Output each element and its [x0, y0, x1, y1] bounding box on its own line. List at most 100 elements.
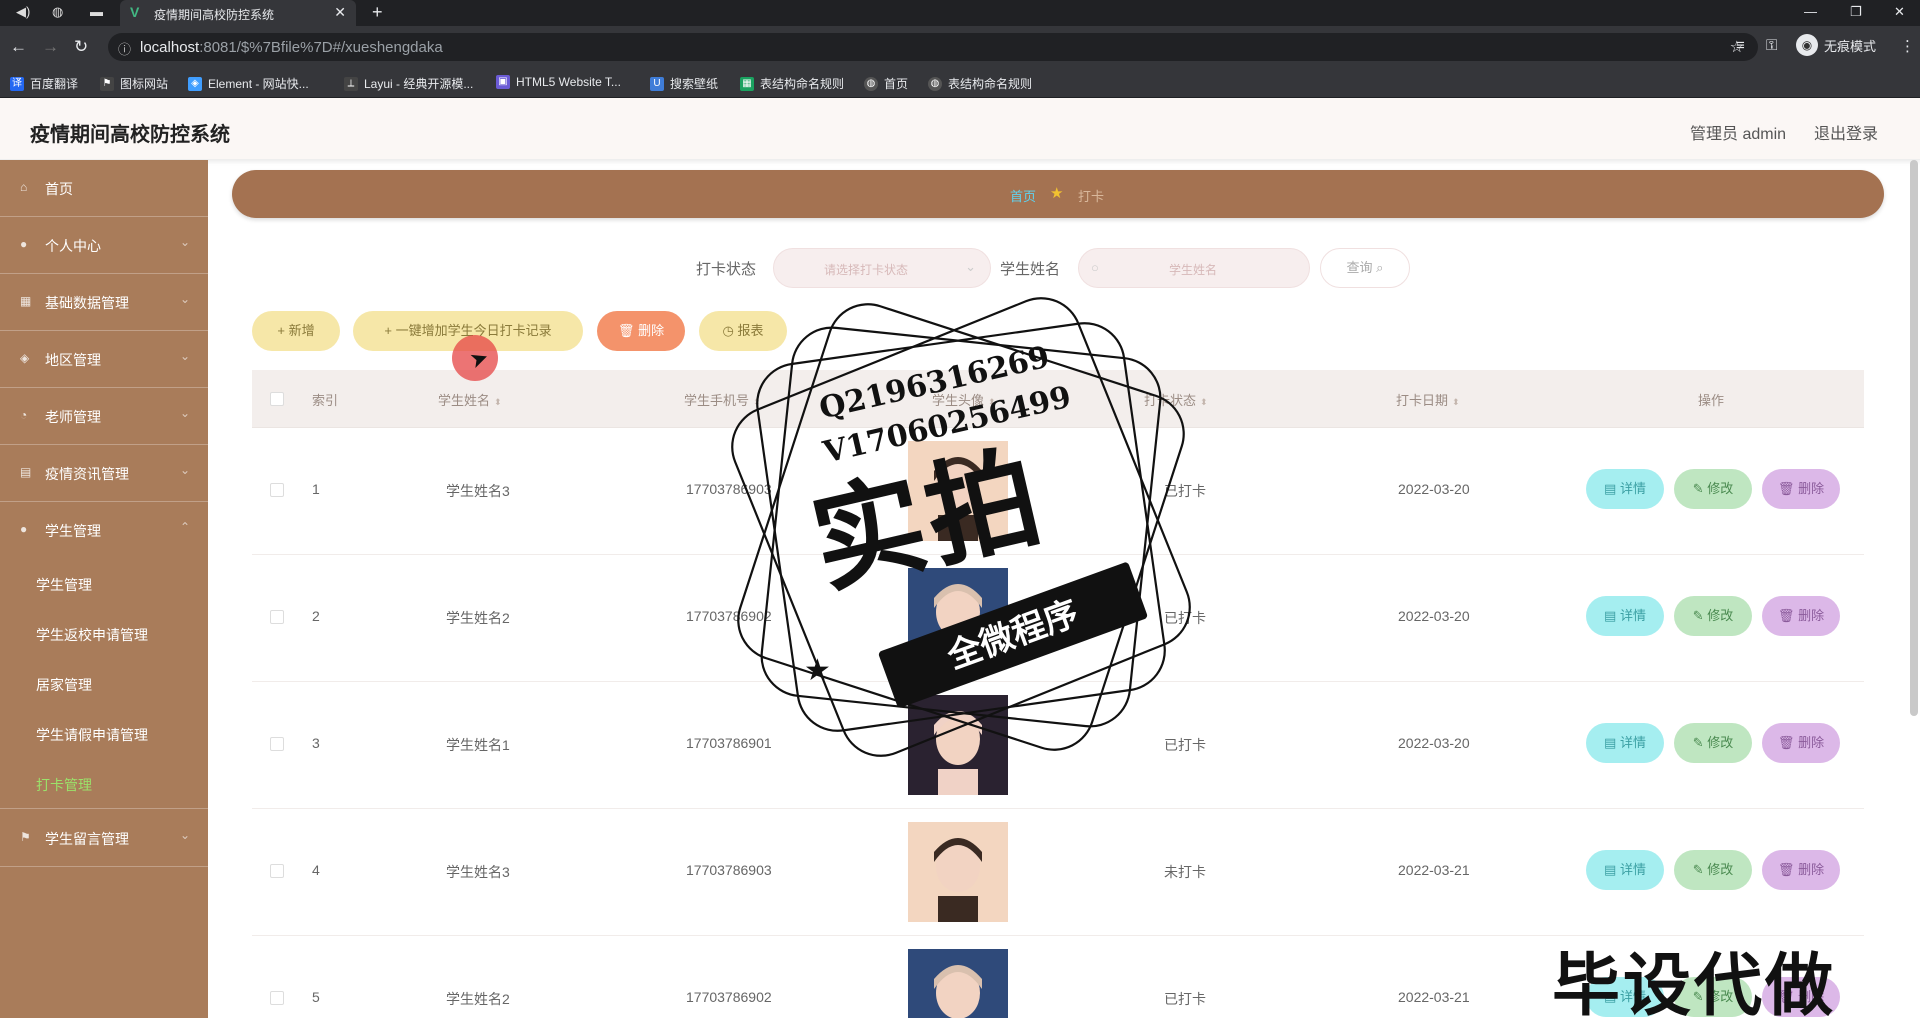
- row-checkbox[interactable]: [270, 864, 284, 878]
- delete-button[interactable]: 🗑 删除: [1762, 596, 1840, 636]
- logout-link[interactable]: 退出登录: [1814, 120, 1878, 144]
- sidebar-item-region[interactable]: ◈ 地区管理 ⌄: [0, 331, 208, 388]
- teacher-icon: ◔: [20, 408, 28, 422]
- sidebar-subitem-return-school[interactable]: 学生返校申请管理: [0, 609, 208, 659]
- student-avatar: [908, 949, 1008, 1018]
- sidebar-subitem-student-manage[interactable]: 学生管理: [0, 559, 208, 609]
- page-scrollbar[interactable]: [1910, 160, 1918, 716]
- trash-icon: 🗑: [1777, 481, 1795, 496]
- input-placeholder: 学生姓名: [1169, 263, 1218, 277]
- sidebar-item-basic-data[interactable]: ▦ 基础数据管理 ⌄: [0, 274, 208, 331]
- row-checkbox[interactable]: [270, 737, 284, 751]
- document-icon: ▤: [1604, 735, 1617, 750]
- batch-delete-button[interactable]: 🗑 删除: [597, 311, 685, 351]
- column-header-sortable[interactable]: 打卡日期 ⬍: [1396, 390, 1460, 409]
- edit-label: 修改: [1707, 862, 1734, 877]
- close-window-icon[interactable]: ✕: [1894, 4, 1905, 20]
- column-header: 索引: [312, 393, 339, 408]
- globe-icon: ◍: [928, 76, 942, 91]
- browser-menu-icon[interactable]: ⋮: [1900, 37, 1915, 55]
- cell-checkin-date: 2022-03-21: [1398, 862, 1470, 878]
- row-checkbox[interactable]: [270, 991, 284, 1005]
- sidebar-subitem-home-quarantine[interactable]: 居家管理: [0, 659, 208, 709]
- sidebar-subitem-label: 居家管理: [36, 677, 92, 693]
- incognito-badge[interactable]: ◉ 无痕模式: [1796, 34, 1876, 56]
- url-text: localhost:8081/$%7Bfile%7D#/xueshengdaka: [140, 39, 443, 56]
- chevron-down-icon: ⌄: [179, 463, 190, 477]
- trash-icon: 🗑: [617, 323, 635, 338]
- bookmark-item[interactable]: U 搜索壁纸: [650, 75, 718, 92]
- pencil-icon: ✎: [1692, 862, 1704, 877]
- bookmark-item[interactable]: ◍ 表结构命名规则: [928, 75, 1032, 92]
- sidebar: ⌂ 首页 ● 个人中心 ⌄ ▦ 基础数据管理 ⌄ ◈ 地区管理 ⌄ ◔ 老师管理…: [0, 160, 208, 1018]
- trash-icon: 🗑: [1777, 608, 1795, 623]
- sidebar-item-student[interactable]: ● 学生管理 ⌃: [0, 502, 208, 559]
- edit-label: 修改: [1707, 735, 1734, 750]
- back-icon[interactable]: ←: [10, 37, 27, 57]
- bookmark-item[interactable]: 译百度翻译: [10, 75, 78, 92]
- add-button[interactable]: + 新增: [252, 311, 340, 351]
- sidebar-subitem-checkin[interactable]: 打卡管理: [0, 759, 208, 809]
- tab-search-icon[interactable]: ▬: [90, 4, 103, 19]
- cell-phone: 17703786902: [686, 989, 772, 1005]
- column-header-sortable[interactable]: 学生姓名 ⬍: [438, 390, 502, 409]
- cell-checkin-status: 未打卡: [1164, 864, 1206, 880]
- sort-icon: ⬍: [1452, 397, 1460, 407]
- delete-button[interactable]: 🗑 删除: [1762, 469, 1840, 509]
- row-checkbox[interactable]: [270, 483, 284, 497]
- star-separator-icon: ★: [1050, 185, 1064, 202]
- site-info-icon[interactable]: ⓘ: [118, 39, 131, 58]
- query-button[interactable]: 查询 ⌕: [1320, 248, 1410, 288]
- bookmark-item[interactable]: ▦ 表结构命名规则: [740, 75, 844, 92]
- browser-icon[interactable]: ◍: [52, 4, 63, 20]
- edit-button[interactable]: ✎ 修改: [1674, 850, 1752, 890]
- key-icon[interactable]: ⚿: [1766, 37, 1777, 54]
- forward-icon[interactable]: →: [42, 37, 59, 57]
- edit-button[interactable]: ✎ 修改: [1674, 723, 1752, 763]
- delete-button[interactable]: 🗑 删除: [1762, 723, 1840, 763]
- cell-index: 5: [312, 989, 320, 1005]
- query-label: 查询: [1346, 260, 1373, 275]
- sidebar-item-label: 基础数据管理: [45, 295, 129, 311]
- bookmark-item[interactable]: ◈ Element - 网站快...: [188, 75, 309, 92]
- bookmark-item[interactable]: ⚑ 图标网站: [100, 75, 168, 92]
- reload-icon[interactable]: ↻: [74, 37, 88, 57]
- sidebar-item-home[interactable]: ⌂ 首页: [0, 160, 208, 217]
- sidebar-item-epidemic-news[interactable]: ▤ 疫情资讯管理 ⌄: [0, 445, 208, 502]
- user-icon: ●: [20, 237, 28, 251]
- detail-button[interactable]: ▤ 详情: [1586, 850, 1664, 890]
- cell-index: 1: [312, 481, 320, 497]
- select-all-checkbox[interactable]: [270, 392, 284, 406]
- sidebar-item-profile[interactable]: ● 个人中心 ⌄: [0, 217, 208, 274]
- chevron-down-icon: ⌄: [965, 259, 976, 274]
- cell-index: 2: [312, 608, 320, 624]
- sidebar-item-messages[interactable]: ⚑ 学生留言管理 ⌄: [0, 810, 208, 867]
- restore-icon[interactable]: ❐: [1850, 4, 1862, 20]
- detail-button[interactable]: ▤ 详情: [1586, 596, 1664, 636]
- chevron-up-icon: ⌃: [179, 520, 190, 534]
- document-icon: ▤: [1604, 481, 1617, 496]
- audio-icon[interactable]: ◀): [16, 4, 30, 20]
- edit-button[interactable]: ✎ 修改: [1674, 596, 1752, 636]
- new-tab-icon[interactable]: +: [372, 2, 383, 23]
- admin-name: 管理员 admin: [1690, 126, 1787, 143]
- breadcrumb-home[interactable]: 首页: [1010, 186, 1036, 205]
- detail-button[interactable]: ▤ 详情: [1586, 469, 1664, 509]
- minimize-icon[interactable]: —: [1804, 4, 1817, 19]
- sidebar-subitem-label: 学生返校申请管理: [36, 627, 148, 643]
- edit-label: 修改: [1707, 481, 1734, 496]
- detail-button[interactable]: ▤ 详情: [1586, 723, 1664, 763]
- url-input[interactable]: ⓘ localhost:8081/$%7Bfile%7D#/xueshengda…: [108, 33, 1758, 61]
- tab-active[interactable]: V 疫情期间高校防控系统 ✕: [120, 0, 356, 26]
- bookmark-item[interactable]: ⟂ Layui - 经典开源模...: [344, 75, 473, 92]
- close-tab-icon[interactable]: ✕: [334, 4, 346, 21]
- row-checkbox[interactable]: [270, 610, 284, 624]
- bookmark-item[interactable]: ◍ 首页: [864, 75, 908, 92]
- watermark-corner: 毕设代做: [1552, 948, 1837, 1018]
- reading-list-icon[interactable]: ≡: [1736, 37, 1745, 54]
- sidebar-subitem-leave-request[interactable]: 学生请假申请管理: [0, 709, 208, 759]
- delete-button[interactable]: 🗑 删除: [1762, 850, 1840, 890]
- edit-button[interactable]: ✎ 修改: [1674, 469, 1752, 509]
- sidebar-item-teacher[interactable]: ◔ 老师管理 ⌄: [0, 388, 208, 445]
- bookmark-item[interactable]: ▣ HTML5 Website T...: [496, 75, 621, 89]
